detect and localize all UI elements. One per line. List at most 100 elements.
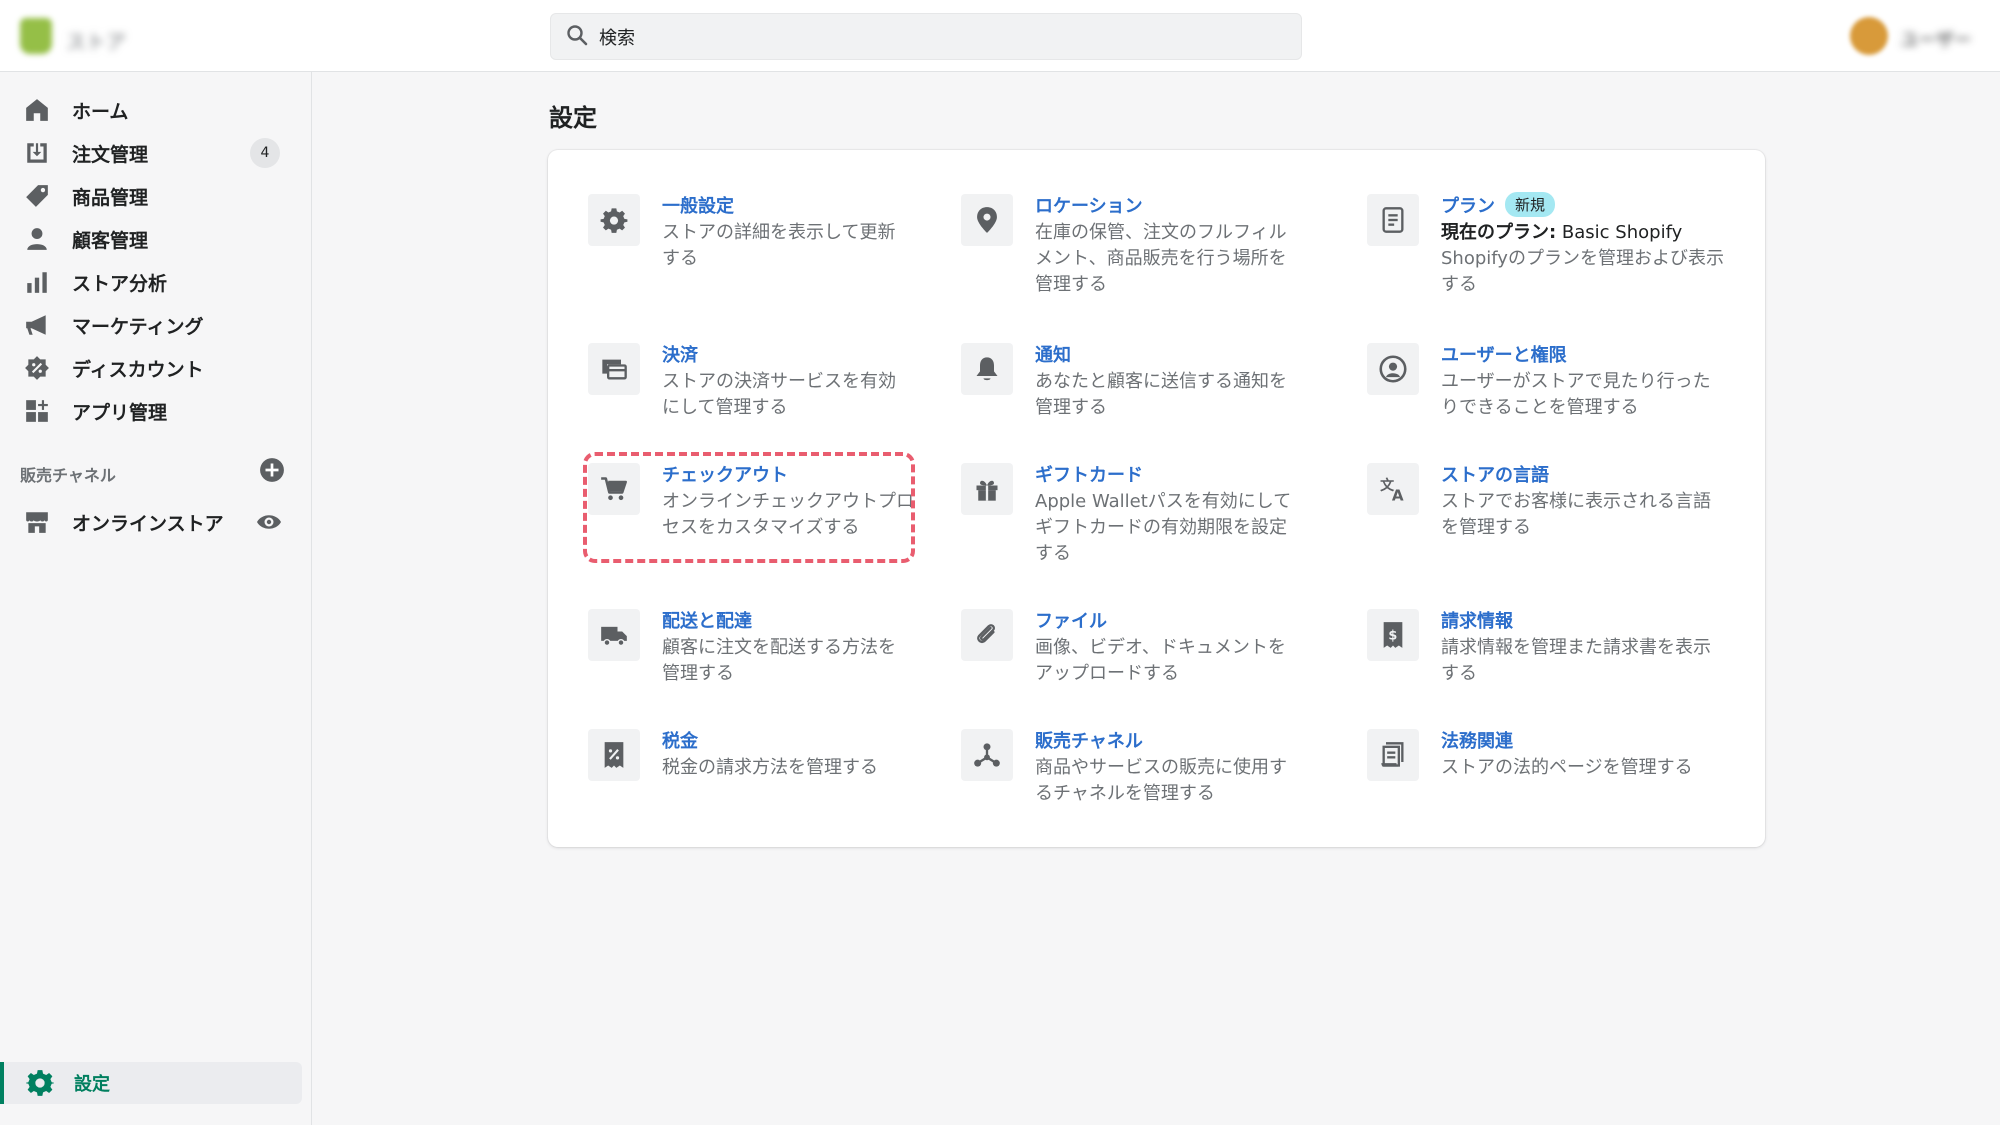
truck-icon — [588, 609, 640, 661]
settings-item-description: あなたと顧客に送信する通知を管理する — [1035, 371, 1287, 418]
settings-item-gift-cards[interactable]: ギフトカード Apple Walletパスを有効にしてギフトカードの有効期限を設… — [961, 463, 1291, 564]
new-badge: 新規 — [1505, 192, 1556, 217]
checkout-highlight-annotation — [583, 452, 915, 563]
settings-item-description: 在庫の保管、注文のフルフィルメント、商品販売を行う場所を管理する — [1035, 222, 1287, 295]
user-circle-icon — [1367, 343, 1419, 395]
settings-item-taxes[interactable]: 税金 税金の請求方法を管理する — [588, 729, 918, 789]
gift-icon — [961, 463, 1013, 515]
channels-icon — [961, 729, 1013, 781]
add-channel-icon[interactable] — [259, 457, 285, 483]
bell-icon — [961, 343, 1013, 395]
plan-title: プラン — [1441, 196, 1495, 217]
settings-item-sales-channels[interactable]: 販売チャネル 商品やサービスの販売に使用するチャネルを管理する — [961, 729, 1291, 809]
paperclip-icon — [961, 609, 1013, 661]
sidebar-item-label: マーケティング — [72, 315, 204, 338]
megaphone-icon — [24, 312, 50, 338]
settings-item-files[interactable]: ファイル 画像、ビデオ、ドキュメントをアップロードする — [961, 609, 1291, 689]
settings-item-users-permissions[interactable]: ユーザーと権限 ユーザーがストアで見たり行ったりできることを管理する — [1367, 343, 1727, 423]
settings-item-general[interactable]: 一般設定 ストアの詳細を表示して更新する — [588, 194, 918, 284]
search-input[interactable]: 検索 — [550, 13, 1302, 60]
sidebar-item-label: オンラインストア — [72, 512, 224, 535]
settings-item-title: 法務関連 — [1441, 731, 1513, 752]
sidebar-item-label: ストア分析 — [72, 272, 168, 295]
sidebar-item-products[interactable]: 商品管理 — [16, 176, 298, 216]
store-icon — [24, 509, 50, 535]
tax-icon — [588, 729, 640, 781]
settings-item-title: 請求情報 — [1441, 611, 1513, 632]
svg-text:$: $ — [1388, 629, 1397, 644]
search-icon — [565, 23, 589, 51]
plan-icon — [1367, 194, 1419, 246]
sidebar-item-orders[interactable]: 注文管理 4 — [16, 133, 298, 173]
tag-icon — [24, 183, 50, 209]
settings-item-description: 画像、ビデオ、ドキュメントをアップロードする — [1035, 637, 1286, 684]
eye-icon[interactable] — [256, 510, 282, 534]
discount-icon — [24, 355, 50, 381]
sidebar-item-apps[interactable]: アプリ管理 — [16, 391, 298, 431]
settings-item-title: ファイル — [1035, 611, 1107, 632]
sidebar-item-customers[interactable]: 顧客管理 — [16, 219, 298, 259]
settings-item-description: ストアでお客様に表示される言語を管理する — [1441, 491, 1711, 538]
orders-icon — [24, 140, 50, 166]
settings-item-locations[interactable]: ロケーション 在庫の保管、注文のフルフィルメント、商品販売を行う場所を管理する — [961, 194, 1291, 304]
settings-item-title: プラン 新規 — [1441, 192, 1556, 218]
active-indicator — [0, 1062, 4, 1104]
settings-item-description: ストアの法的ページを管理する — [1441, 757, 1693, 778]
apps-icon — [24, 398, 50, 424]
sidebar-item-analytics[interactable]: ストア分析 — [16, 262, 298, 302]
settings-item-title: 決済 — [662, 345, 698, 366]
current-plan: 現在のプラン: Basic Shopify — [1441, 220, 1682, 246]
orders-count-badge: 4 — [250, 138, 280, 168]
customer-icon — [24, 226, 50, 252]
payments-icon — [588, 343, 640, 395]
settings-item-description: ストアの詳細を表示して更新する — [662, 222, 896, 269]
translate-icon: 文A — [1367, 463, 1419, 515]
settings-item-description: ストアの決済サービスを有効にして管理する — [662, 371, 896, 418]
settings-item-title: 配送と配達 — [662, 611, 752, 632]
settings-item-title: 通知 — [1035, 345, 1071, 366]
store-logo[interactable] — [20, 18, 52, 54]
avatar[interactable] — [1850, 17, 1888, 55]
gear-icon — [588, 194, 640, 246]
svg-text:A: A — [1392, 487, 1404, 503]
settings-item-description: 請求情報を管理また請求書を表示する — [1441, 637, 1711, 684]
settings-item-description: ユーザーがストアで見たり行ったりできることを管理する — [1441, 371, 1711, 418]
top-bar: ストア 検索 ユーザー — [0, 0, 2000, 72]
location-pin-icon — [961, 194, 1013, 246]
settings-item-notifications[interactable]: 通知 あなたと顧客に送信する通知を管理する — [961, 343, 1291, 423]
store-name[interactable]: ストア — [66, 26, 126, 55]
settings-item-title: ギフトカード — [1035, 465, 1143, 486]
sidebar-item-label: 設定 — [74, 1074, 110, 1095]
settings-item-payments[interactable]: 決済 ストアの決済サービスを有効にして管理する — [588, 343, 918, 423]
settings-item-description: 税金の請求方法を管理する — [662, 757, 878, 778]
billing-icon: $ — [1367, 609, 1419, 661]
sidebar-item-home[interactable]: ホーム — [16, 90, 298, 130]
settings-item-title: 販売チャネル — [1035, 731, 1143, 752]
settings-item-title: ユーザーと権限 — [1441, 345, 1567, 366]
settings-item-plan[interactable]: プラン 新規 現在のプラン: Basic Shopify Shopifyのプランを… — [1367, 192, 1727, 304]
current-plan-label: 現在のプラン: — [1441, 222, 1557, 243]
settings-item-description: Shopifyのプランを管理および表示する — [1441, 248, 1724, 295]
sidebar-item-label: ホーム — [72, 100, 129, 123]
sidebar-item-online-store[interactable]: オンラインストア — [16, 502, 298, 542]
settings-item-description: 顧客に注文を配送する方法を管理する — [662, 637, 896, 684]
sidebar-item-settings[interactable]: 設定 — [0, 1062, 302, 1104]
sidebar-item-label: 顧客管理 — [72, 229, 149, 252]
sidebar-item-label: 注文管理 — [72, 143, 149, 166]
user-name[interactable]: ユーザー — [1900, 26, 1972, 52]
settings-item-shipping[interactable]: 配送と配達 顧客に注文を配送する方法を管理する — [588, 609, 918, 689]
settings-item-title: 税金 — [662, 731, 698, 752]
sales-channels-heading: 販売チャネル — [20, 466, 116, 485]
settings-item-legal[interactable]: 法務関連 ストアの法的ページを管理する — [1367, 729, 1727, 789]
settings-item-store-languages[interactable]: 文A ストアの言語 ストアでお客様に表示される言語を管理する — [1367, 463, 1727, 543]
sidebar-item-discounts[interactable]: ディスカウント — [16, 348, 298, 388]
sidebar-item-marketing[interactable]: マーケティング — [16, 305, 298, 345]
settings-item-description: Apple Walletパスを有効にしてギフトカードの有効期限を設定する — [1035, 491, 1292, 564]
settings-item-title: ロケーション — [1035, 196, 1143, 217]
settings-item-billing[interactable]: $ 請求情報 請求情報を管理また請求書を表示する — [1367, 609, 1727, 689]
page-title: 設定 — [549, 104, 597, 132]
gear-icon — [24, 1069, 56, 1097]
settings-item-title: 一般設定 — [662, 196, 734, 217]
settings-item-title: ストアの言語 — [1441, 465, 1549, 486]
legal-icon — [1367, 729, 1419, 781]
